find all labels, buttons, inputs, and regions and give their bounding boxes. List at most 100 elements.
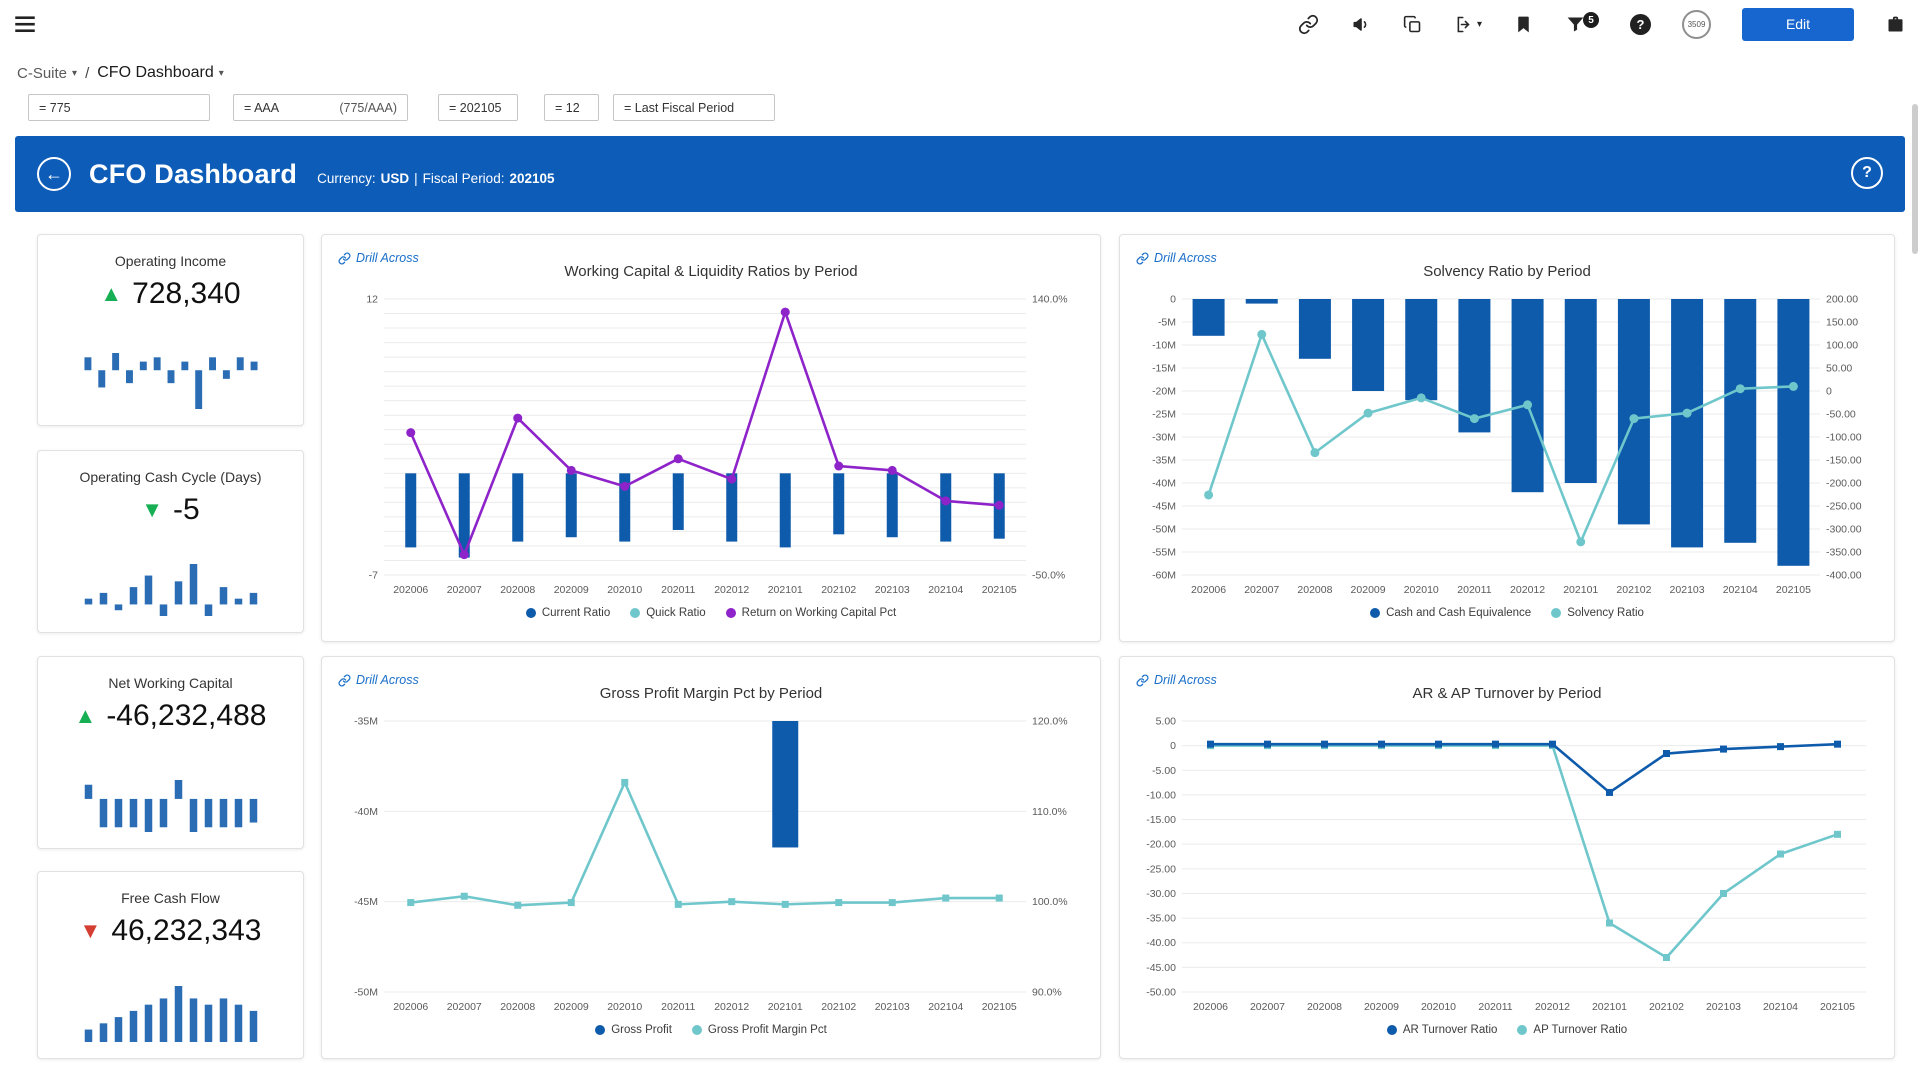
help-button[interactable]: ? bbox=[1630, 14, 1651, 35]
chart-title: AR & AP Turnover by Period bbox=[1132, 667, 1882, 702]
svg-text:202012: 202012 bbox=[714, 1001, 749, 1013]
legend-item[interactable]: Solvency Ratio bbox=[1551, 607, 1644, 619]
svg-text:202006: 202006 bbox=[393, 584, 428, 596]
drill-across-link[interactable]: Drill Across bbox=[1136, 673, 1217, 687]
chart-canvas[interactable]: 5.000-5.00-10.00-15.00-20.00-25.00-30.00… bbox=[1132, 711, 1884, 1018]
kpi-title: Free Cash Flow bbox=[121, 890, 220, 906]
legend-item[interactable]: Gross Profit bbox=[595, 1024, 672, 1036]
svg-text:5.00: 5.00 bbox=[1156, 716, 1177, 728]
svg-text:140.0%: 140.0% bbox=[1032, 294, 1068, 306]
briefcase-icon bbox=[1885, 14, 1906, 35]
svg-text:-5M: -5M bbox=[1158, 317, 1176, 329]
help-icon: ? bbox=[1630, 14, 1651, 35]
svg-text:-10.00: -10.00 bbox=[1146, 789, 1176, 801]
chart-canvas[interactable]: -35M-40M-45M-50M120.0%110.0%100.0%90.0%2… bbox=[334, 711, 1090, 1018]
svg-text:-50M: -50M bbox=[1152, 524, 1176, 536]
svg-text:-55M: -55M bbox=[1152, 547, 1176, 559]
svg-text:-25.00: -25.00 bbox=[1146, 863, 1176, 875]
period-value: 202105 bbox=[509, 171, 554, 186]
bookmark-icon bbox=[1513, 14, 1534, 35]
legend-item[interactable]: Gross Profit Margin Pct bbox=[692, 1024, 827, 1036]
filter-chip-label: = AAA bbox=[244, 101, 279, 115]
edit-button[interactable]: Edit bbox=[1742, 8, 1854, 41]
svg-text:202006: 202006 bbox=[1191, 584, 1226, 596]
filter-chip[interactable]: = 775 bbox=[28, 94, 210, 121]
legend-dot-icon bbox=[692, 1025, 702, 1035]
svg-text:202102: 202102 bbox=[1649, 1001, 1684, 1013]
svg-text:-150.00: -150.00 bbox=[1826, 455, 1862, 467]
chart-canvas[interactable]: 0-5M-10M-15M-20M-25M-30M-35M-40M-45M-50M… bbox=[1132, 289, 1884, 601]
filter-chip[interactable]: = 202105 bbox=[438, 94, 518, 121]
svg-text:202011: 202011 bbox=[661, 584, 695, 596]
workspace-button[interactable] bbox=[1885, 14, 1906, 35]
copy-report-button[interactable] bbox=[1402, 14, 1423, 35]
svg-text:-20.00: -20.00 bbox=[1146, 839, 1176, 851]
kpi-value: ▼ 46,232,343 bbox=[80, 914, 262, 948]
legend-item[interactable]: Quick Ratio bbox=[630, 607, 705, 619]
legend-item[interactable]: AR Turnover Ratio bbox=[1387, 1024, 1498, 1036]
svg-text:-40M: -40M bbox=[354, 806, 378, 818]
svg-text:90.0%: 90.0% bbox=[1032, 987, 1062, 999]
svg-text:-5.00: -5.00 bbox=[1152, 765, 1176, 777]
link-icon bbox=[338, 252, 351, 265]
legend-item[interactable]: Cash and Cash Equivalence bbox=[1370, 607, 1531, 619]
filter-chip[interactable]: = 12 bbox=[544, 94, 599, 121]
svg-text:202101: 202101 bbox=[768, 584, 803, 596]
back-arrow-icon: ← bbox=[45, 164, 63, 185]
svg-text:100.0%: 100.0% bbox=[1032, 896, 1068, 908]
svg-text:202006: 202006 bbox=[393, 1001, 428, 1013]
panel-header: Drill Across Gross Profit Margin Pct by … bbox=[334, 667, 1088, 711]
banner-help-button[interactable]: ? bbox=[1851, 157, 1883, 189]
breadcrumb-parent[interactable]: C-Suite ▾ bbox=[17, 65, 77, 82]
chart-title: Solvency Ratio by Period bbox=[1132, 245, 1882, 280]
menu-button[interactable] bbox=[12, 10, 42, 38]
svg-text:100.00: 100.00 bbox=[1826, 340, 1858, 352]
legend-item[interactable]: Current Ratio bbox=[526, 607, 610, 619]
trend-down-icon: ▼ bbox=[141, 499, 163, 521]
legend-dot-icon bbox=[630, 608, 640, 618]
announcements-button[interactable] bbox=[1350, 14, 1371, 35]
chart-canvas[interactable]: 12-7140.0%-50.0%202006202007202008202009… bbox=[334, 289, 1090, 601]
legend-item[interactable]: Return on Working Capital Pct bbox=[726, 607, 896, 619]
breadcrumb-current[interactable]: CFO Dashboard ▾ bbox=[97, 64, 224, 82]
svg-text:202104: 202104 bbox=[1723, 584, 1758, 596]
filters-button[interactable]: 5 bbox=[1565, 14, 1599, 35]
svg-text:-300.00: -300.00 bbox=[1826, 524, 1862, 536]
svg-text:-45.00: -45.00 bbox=[1146, 962, 1176, 974]
kpi-number: 728,340 bbox=[132, 277, 240, 311]
svg-text:202103: 202103 bbox=[875, 584, 910, 596]
svg-text:150.00: 150.00 bbox=[1826, 317, 1858, 329]
svg-text:200.00: 200.00 bbox=[1826, 294, 1858, 306]
svg-text:-50M: -50M bbox=[354, 987, 378, 999]
svg-text:0: 0 bbox=[1826, 386, 1832, 398]
bookmark-button[interactable] bbox=[1513, 14, 1534, 35]
legend-dot-icon bbox=[1551, 608, 1561, 618]
filter-chip[interactable]: = AAA (775/AAA) bbox=[233, 94, 408, 121]
legend-item[interactable]: AP Turnover Ratio bbox=[1517, 1024, 1627, 1036]
drill-across-link[interactable]: Drill Across bbox=[1136, 251, 1217, 265]
svg-text:-50.00: -50.00 bbox=[1146, 987, 1176, 999]
filter-chip[interactable]: = Last Fiscal Period bbox=[613, 94, 775, 121]
kpi-value: ▼ -5 bbox=[141, 493, 199, 527]
subtitle-divider: | bbox=[414, 171, 418, 186]
scrollbar-thumb[interactable] bbox=[1912, 104, 1918, 254]
kpi-number: 46,232,343 bbox=[111, 914, 261, 948]
svg-text:110.0%: 110.0% bbox=[1032, 806, 1067, 818]
chart-panel-working-capital: Drill Across Working Capital & Liquidity… bbox=[321, 234, 1101, 642]
drill-across-link[interactable]: Drill Across bbox=[338, 251, 419, 265]
export-icon bbox=[1454, 14, 1475, 35]
drill-across-link[interactable]: Drill Across bbox=[338, 673, 419, 687]
svg-text:202101: 202101 bbox=[1563, 584, 1598, 596]
svg-text:-45M: -45M bbox=[354, 896, 378, 908]
export-button[interactable]: ▾ bbox=[1454, 14, 1482, 35]
svg-text:202102: 202102 bbox=[1616, 584, 1651, 596]
refresh-schedule-button[interactable]: 3509 bbox=[1682, 10, 1711, 39]
back-button[interactable]: ← bbox=[37, 157, 71, 191]
share-link-button[interactable] bbox=[1298, 14, 1319, 35]
svg-text:202010: 202010 bbox=[607, 584, 642, 596]
breadcrumb-current-label: CFO Dashboard bbox=[97, 64, 214, 82]
chart-title: Working Capital & Liquidity Ratios by Pe… bbox=[334, 245, 1088, 280]
breadcrumb: C-Suite ▾ / CFO Dashboard ▾ bbox=[17, 58, 224, 88]
topbar: ▾ 5 ? 3509 Edit bbox=[0, 0, 1920, 48]
filter-chip-hint: (775/AAA) bbox=[325, 101, 397, 115]
